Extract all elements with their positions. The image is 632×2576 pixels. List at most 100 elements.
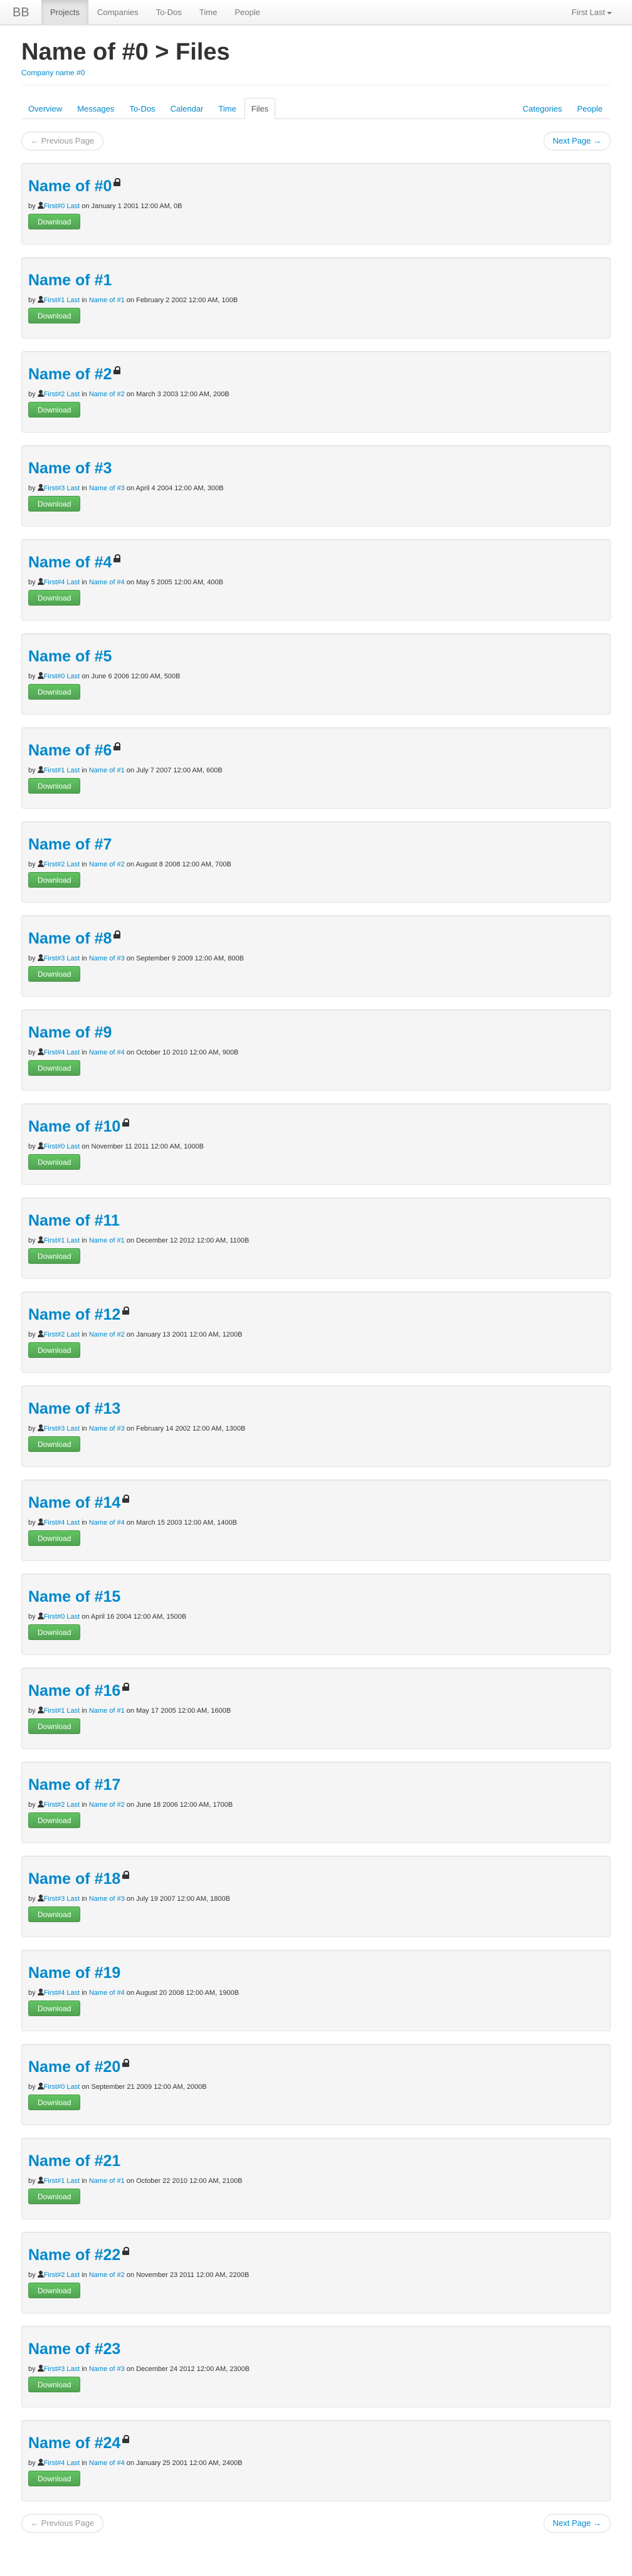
previous-page-button[interactable]: ← Previous Page (21, 132, 104, 150)
project-link[interactable]: Name of #3 (89, 1425, 125, 1433)
brand-logo[interactable]: BB (13, 0, 29, 25)
download-button[interactable]: Download (28, 1436, 81, 1452)
author-link[interactable]: First#1 Last (44, 1707, 80, 1715)
author-link[interactable]: First#1 Last (44, 297, 80, 304)
download-button[interactable]: Download (28, 1342, 81, 1358)
author-link[interactable]: First#2 Last (44, 2271, 80, 2279)
nav-item-time[interactable]: Time (191, 0, 226, 25)
project-link[interactable]: Name of #1 (89, 1237, 125, 1244)
download-button[interactable]: Download (28, 1718, 81, 1734)
author-link[interactable]: First#1 Last (44, 1237, 80, 1244)
download-button[interactable]: Download (28, 1154, 81, 1170)
download-button[interactable]: Download (28, 2095, 81, 2110)
nav-item-companies[interactable]: Companies (88, 0, 147, 25)
author-link[interactable]: First#4 Last (44, 1519, 80, 1527)
download-button[interactable]: Download (28, 308, 81, 323)
project-link[interactable]: Name of #3 (89, 485, 125, 492)
download-button[interactable]: Download (28, 2189, 81, 2204)
file-name-link[interactable]: Name of #0 (28, 176, 112, 196)
next-page-button[interactable]: Next Page → (543, 132, 611, 150)
author-link[interactable]: First#4 Last (44, 2459, 80, 2467)
download-button[interactable]: Download (28, 1530, 81, 1546)
tab-messages[interactable]: Messages (70, 98, 121, 119)
author-link[interactable]: First#3 Last (44, 485, 80, 492)
file-name-link[interactable]: Name of #6 (28, 740, 112, 760)
file-name-link[interactable]: Name of #5 (28, 646, 112, 666)
download-button[interactable]: Download (28, 496, 81, 512)
author-link[interactable]: First#0 Last (44, 1143, 80, 1150)
file-name-link[interactable]: Name of #11 (28, 1211, 120, 1231)
project-link[interactable]: Name of #2 (89, 1801, 125, 1809)
file-name-link[interactable]: Name of #17 (28, 1775, 120, 1795)
author-link[interactable]: First#3 Last (44, 955, 80, 962)
author-link[interactable]: First#4 Last (44, 1049, 80, 1056)
file-name-link[interactable]: Name of #22 (28, 2245, 120, 2265)
download-button[interactable]: Download (28, 684, 81, 700)
author-link[interactable]: First#2 Last (44, 391, 80, 398)
company-link[interactable]: Company name #0 (21, 68, 85, 77)
project-link[interactable]: Name of #1 (89, 2177, 125, 2185)
previous-page-button[interactable]: ← Previous Page (21, 2514, 104, 2533)
file-name-link[interactable]: Name of #18 (28, 1869, 120, 1889)
file-name-link[interactable]: Name of #16 (28, 1681, 120, 1701)
project-link[interactable]: Name of #2 (89, 391, 125, 398)
user-menu-dropdown[interactable]: First Last (572, 0, 612, 25)
file-name-link[interactable]: Name of #21 (28, 2151, 120, 2171)
project-link[interactable]: Name of #3 (89, 2365, 125, 2373)
file-name-link[interactable]: Name of #24 (28, 2433, 120, 2453)
project-link[interactable]: Name of #1 (89, 1707, 125, 1715)
tab-people[interactable]: People (571, 98, 609, 119)
file-name-link[interactable]: Name of #9 (28, 1023, 112, 1043)
project-link[interactable]: Name of #4 (89, 2459, 125, 2467)
project-link[interactable]: Name of #4 (89, 1519, 125, 1527)
download-button[interactable]: Download (28, 2377, 81, 2392)
file-name-link[interactable]: Name of #1 (28, 270, 112, 290)
download-button[interactable]: Download (28, 778, 81, 794)
author-link[interactable]: First#3 Last (44, 1895, 80, 1903)
author-link[interactable]: First#1 Last (44, 2177, 80, 2185)
file-name-link[interactable]: Name of #8 (28, 928, 112, 949)
next-page-button[interactable]: Next Page → (543, 2514, 611, 2533)
file-name-link[interactable]: Name of #3 (28, 458, 112, 478)
project-link[interactable]: Name of #4 (89, 579, 125, 586)
download-button[interactable]: Download (28, 2471, 81, 2486)
tab-calendar[interactable]: Calendar (164, 98, 211, 119)
project-link[interactable]: Name of #1 (89, 767, 125, 774)
nav-item-projects[interactable]: Projects (41, 0, 88, 25)
author-link[interactable]: First#2 Last (44, 861, 80, 868)
project-link[interactable]: Name of #2 (89, 1331, 125, 1338)
author-link[interactable]: First#1 Last (44, 767, 80, 774)
tab-overview[interactable]: Overview (21, 98, 69, 119)
download-button[interactable]: Download (28, 1906, 81, 1922)
tab-todos[interactable]: To-Dos (122, 98, 162, 119)
download-button[interactable]: Download (28, 1812, 81, 1828)
file-name-link[interactable]: Name of #19 (28, 1963, 120, 1983)
project-link[interactable]: Name of #3 (89, 955, 125, 962)
file-name-link[interactable]: Name of #13 (28, 1399, 120, 1419)
project-link[interactable]: Name of #1 (89, 297, 125, 304)
author-link[interactable]: First#4 Last (44, 579, 80, 586)
author-link[interactable]: First#0 Last (44, 2083, 80, 2091)
download-button[interactable]: Download (28, 1624, 81, 1640)
download-button[interactable]: Download (28, 402, 81, 418)
tab-files[interactable]: Files (244, 98, 276, 119)
author-link[interactable]: First#0 Last (44, 1613, 80, 1621)
author-link[interactable]: First#3 Last (44, 2365, 80, 2373)
download-button[interactable]: Download (28, 590, 81, 606)
download-button[interactable]: Download (28, 214, 81, 229)
author-link[interactable]: First#4 Last (44, 1989, 80, 1997)
download-button[interactable]: Download (28, 2000, 81, 2016)
project-link[interactable]: Name of #2 (89, 2271, 125, 2279)
tab-time[interactable]: Time (211, 98, 243, 119)
nav-item-todos[interactable]: To-Dos (147, 0, 191, 25)
download-button[interactable]: Download (28, 1060, 81, 1076)
tab-categories[interactable]: Categories (516, 98, 569, 119)
file-name-link[interactable]: Name of #23 (28, 2339, 120, 2359)
author-link[interactable]: First#0 Last (44, 673, 80, 680)
file-name-link[interactable]: Name of #12 (28, 1305, 120, 1325)
download-button[interactable]: Download (28, 872, 81, 888)
file-name-link[interactable]: Name of #20 (28, 2057, 120, 2077)
file-name-link[interactable]: Name of #15 (28, 1587, 120, 1607)
file-name-link[interactable]: Name of #14 (28, 1493, 120, 1513)
nav-item-people[interactable]: People (226, 0, 268, 25)
